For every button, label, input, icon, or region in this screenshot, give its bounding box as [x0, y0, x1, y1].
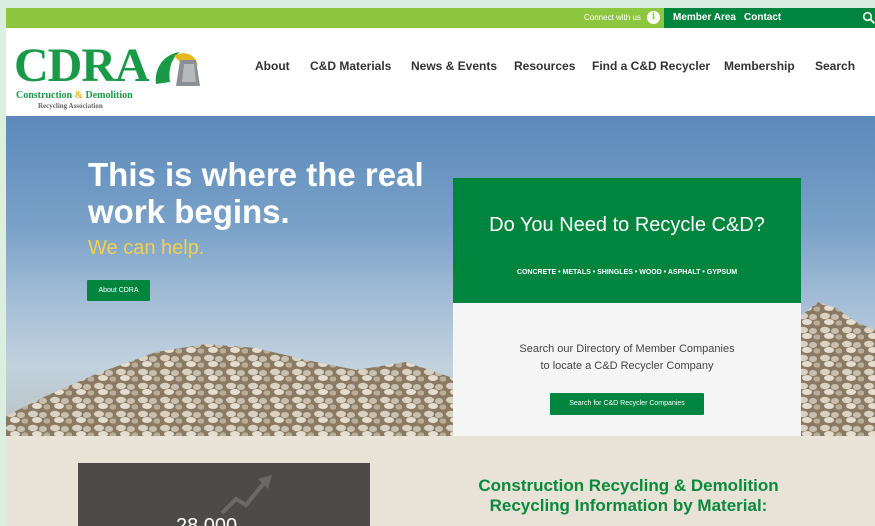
utility-bar: Connect with us i Member Area Contact [6, 8, 875, 28]
cta-description: Search our Directory of Member Companies… [519, 343, 735, 372]
nav-find-recycler[interactable]: Find a C&D Recycler [592, 59, 710, 73]
recycle-cta-panel: Do You Need to Recycle C&D? CONCRETE • M… [453, 178, 801, 436]
info-icon[interactable]: i [647, 11, 660, 24]
nav-resources[interactable]: Resources [514, 59, 575, 73]
about-cdra-button[interactable]: About CDRA [87, 280, 150, 301]
cta-body: Search our Directory of Member Companies… [453, 303, 801, 436]
nav-about[interactable]: About [255, 59, 290, 73]
hero-banner: This is where the real work begins. We c… [6, 116, 875, 436]
site-header: CDRA Construction & Demolition Recycling… [6, 28, 875, 116]
logo-letters: CDRA [14, 39, 150, 92]
trending-up-icon [220, 475, 272, 515]
hero-title: This is where the real work begins. [88, 156, 424, 230]
material-info-heading: Construction Recycling & Demolition Recyc… [478, 476, 779, 515]
stat-number: 28,000 [176, 515, 238, 526]
logo-tagline: Construction & Demolition [16, 90, 133, 101]
contact-link[interactable]: Contact [744, 12, 781, 23]
nav-cd-materials[interactable]: C&D Materials [310, 59, 391, 73]
search-icon[interactable] [862, 11, 875, 24]
lower-section: 28,000 Construction Recycling & Demoliti… [6, 436, 875, 526]
stat-card: 28,000 [78, 463, 370, 526]
cta-materials-list: CONCRETE • METALS • SHINGLES • WOOD • AS… [516, 269, 738, 276]
cdra-logo[interactable]: CDRA Construction & Demolition Recycling… [14, 40, 204, 116]
logo-tagline-2: Recycling Association [38, 102, 103, 110]
search-recycler-companies-button[interactable]: Search for C&D Recycler Companies [550, 393, 704, 415]
browser-viewport: Connect with us i Member Area Contact CD… [6, 8, 875, 526]
logo-recycle-swoosh-icon [155, 52, 200, 86]
cta-title: Do You Need to Recycle C&D? [489, 214, 765, 236]
cta-header: Do You Need to Recycle C&D? CONCRETE • M… [453, 178, 801, 303]
nav-search[interactable]: Search [815, 59, 855, 73]
nav-news-events[interactable]: News & Events [411, 59, 497, 73]
connect-with-us-label: Connect with us [584, 13, 641, 22]
nav-membership[interactable]: Membership [724, 59, 795, 73]
member-area-link[interactable]: Member Area [673, 12, 736, 23]
hero-subtitle: We can help. [88, 237, 205, 259]
